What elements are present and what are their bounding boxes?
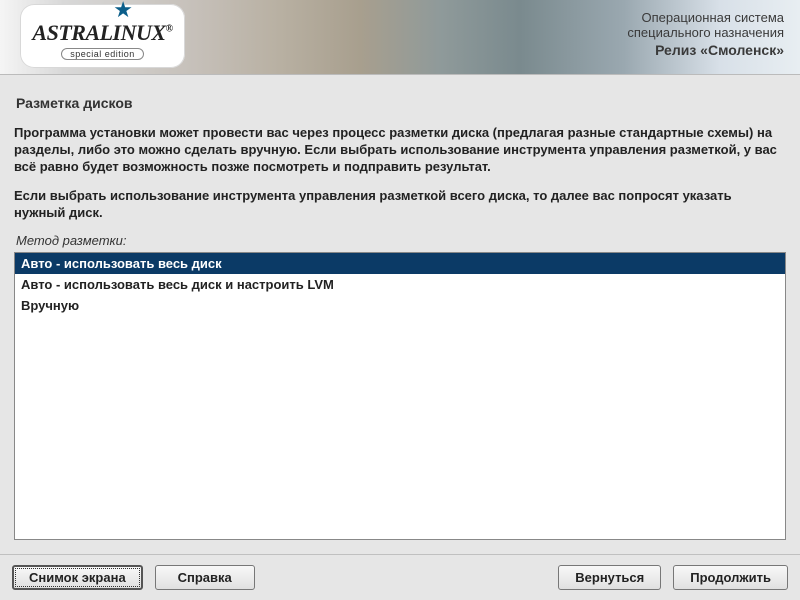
list-item[interactable]: Вручную [15,295,785,316]
header-text: Операционная система специального назнач… [627,10,784,58]
header-line2: специального назначения [627,25,784,40]
method-label: Метод разметки: [16,233,786,248]
logo-subtitle: special edition [61,48,144,60]
page-body: Разметка дисков Программа установки може… [0,75,800,540]
description-2: Если выбрать использование инструмента у… [14,188,786,222]
logo-text: ASTRALINUX® [32,20,172,46]
logo: ★ ASTRALINUX® special edition [20,4,185,68]
help-button[interactable]: Справка [155,565,255,590]
page-title: Разметка дисков [16,95,784,111]
list-item[interactable]: Авто - использовать весь диск и настроит… [15,274,785,295]
footer-bar: Снимок экрана Справка Вернуться Продолжи… [0,554,800,600]
continue-button[interactable]: Продолжить [673,565,788,590]
header-release: Релиз «Смоленск» [627,42,784,58]
installer-header: ★ ASTRALINUX® special edition Операционн… [0,0,800,75]
star-icon: ★ [113,0,133,21]
description-1: Программа установки может провести вас ч… [14,125,786,176]
partition-method-list[interactable]: Авто - использовать весь дискАвто - испо… [14,252,786,540]
list-item[interactable]: Авто - использовать весь диск [15,253,785,274]
header-line1: Операционная система [627,10,784,25]
back-button[interactable]: Вернуться [558,565,661,590]
screenshot-button[interactable]: Снимок экрана [12,565,143,590]
